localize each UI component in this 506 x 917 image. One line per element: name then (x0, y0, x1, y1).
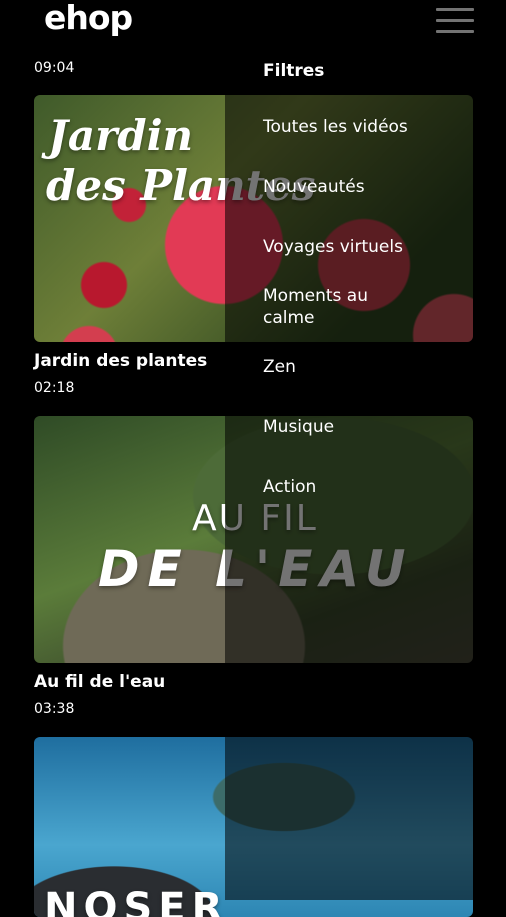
ehop-logo[interactable]: ehop (44, 0, 133, 37)
filter-item-music[interactable]: Musique (263, 416, 334, 438)
filter-item-virtual-trips[interactable]: Voyages virtuels (263, 236, 403, 258)
thumbnail-title-art: Jardin (48, 111, 194, 160)
video-duration: 09:04 (34, 60, 75, 76)
video-duration: 03:38 (34, 701, 75, 717)
filter-item-action[interactable]: Action (263, 476, 316, 498)
video-title[interactable]: Jardin des plantes (34, 351, 207, 371)
thumbnail-title-art: NOSER (44, 885, 229, 917)
filter-item-all-videos[interactable]: Toutes les vidéos (263, 116, 408, 138)
filters-heading: Filtres (263, 61, 325, 81)
video-title[interactable]: Au fil de l'eau (34, 672, 165, 692)
video-duration: 02:18 (34, 380, 75, 396)
filter-item-new[interactable]: Nouveautés (263, 176, 365, 198)
filter-item-calm-moments[interactable]: Moments au calme (263, 285, 403, 329)
filter-item-zen[interactable]: Zen (263, 356, 296, 378)
